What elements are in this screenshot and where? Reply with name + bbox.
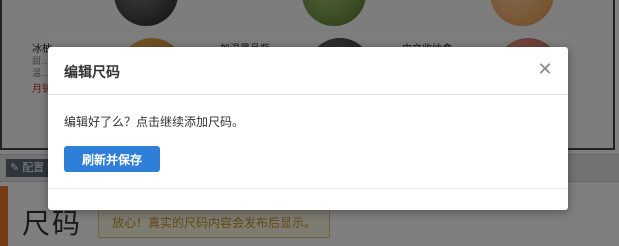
refresh-and-save-button[interactable]: 刷新并保存 [64, 146, 160, 172]
edit-size-dialog: 编辑尺码 ✕ 编辑好了么？点击继续添加尺码。 刷新并保存 [48, 47, 568, 210]
dialog-message: 编辑好了么？点击继续添加尺码。 [64, 115, 245, 129]
close-icon[interactable]: ✕ [536, 61, 554, 79]
dialog-title: 编辑尺码 [64, 65, 120, 81]
dialog-header: 编辑尺码 ✕ [48, 47, 568, 95]
dialog-footer-divider [48, 188, 568, 189]
dialog-body: 编辑好了么？点击继续添加尺码。 [64, 113, 244, 130]
